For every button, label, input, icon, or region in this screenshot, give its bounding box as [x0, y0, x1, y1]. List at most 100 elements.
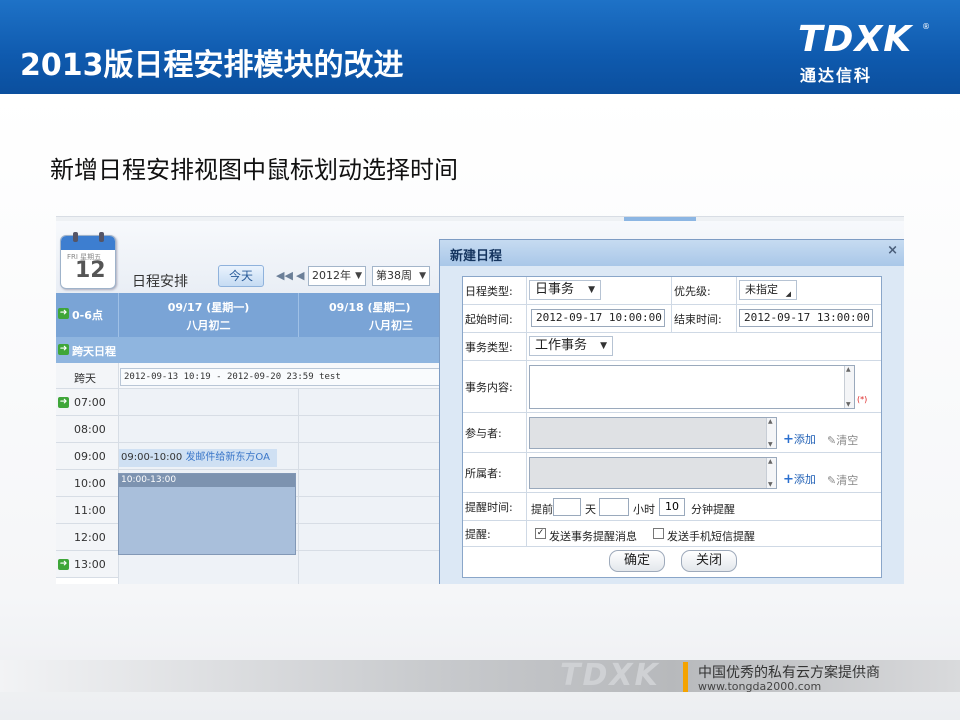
- content-textarea[interactable]: ▲ ▼: [529, 365, 855, 409]
- clear-owner-label: 清空: [836, 474, 859, 487]
- send-sms-checkbox[interactable]: [653, 528, 664, 539]
- remind-days-input[interactable]: [553, 498, 581, 516]
- remind-hour-text: 小时: [633, 503, 655, 516]
- remind-minutes-input[interactable]: 10: [659, 498, 685, 516]
- ok-button[interactable]: 确定: [609, 550, 665, 572]
- start-time-input[interactable]: 2012-09-17 10:00:00: [531, 309, 665, 327]
- type-label: 日程类型:: [463, 277, 527, 304]
- hour-label: ➜ 07:00: [56, 389, 118, 416]
- hour-label-text: 11:00: [74, 504, 106, 517]
- calendar-icon: FRI 星期五 12: [60, 232, 116, 289]
- chevron-down-icon: ▼: [588, 285, 595, 295]
- form-row-time: 起始时间: 2012-09-17 10:00:00 结束时间: 2012-09-…: [463, 305, 881, 333]
- task-type-select[interactable]: 工作事务 ▼: [529, 336, 613, 356]
- close-button[interactable]: 关闭: [681, 550, 737, 572]
- end-time-input[interactable]: 2012-09-17 13:00:00: [739, 309, 873, 327]
- chevron-down-icon: ◢: [785, 290, 791, 298]
- scroll-up-icon[interactable]: ▲: [846, 366, 851, 373]
- form-row-content: 事务内容: ▲ ▼ (*): [463, 361, 881, 413]
- scroll-down-icon[interactable]: ▼: [768, 441, 773, 448]
- today-button[interactable]: 今天: [218, 265, 264, 287]
- prev-year-icon[interactable]: ◀◀: [276, 269, 293, 282]
- time-slot-cell[interactable]: [118, 416, 298, 443]
- scrollbar[interactable]: ▲ ▼: [766, 418, 776, 448]
- schedule-type-select[interactable]: 日事务 ▼: [529, 280, 601, 300]
- scroll-down-icon[interactable]: ▼: [846, 401, 851, 408]
- dialog-titlebar[interactable]: 新建日程 ×: [440, 240, 904, 266]
- hour-label-text: 13:00: [74, 558, 106, 571]
- time-slot-cell[interactable]: [298, 470, 440, 497]
- owner-label: 所属者:: [463, 453, 527, 492]
- footer-url[interactable]: www.tongda2000.com: [698, 680, 821, 693]
- add-owner-link[interactable]: +添加: [783, 471, 816, 487]
- time-slot-cell[interactable]: [298, 443, 440, 470]
- calendar-icon-day: 12: [75, 258, 106, 283]
- owner-label-text: 所属者:: [465, 466, 502, 480]
- expand-arrow-icon[interactable]: ➜: [58, 559, 69, 570]
- form-row-type: 日程类型: 日事务 ▼ 优先级: 未指定 ◢: [463, 277, 881, 305]
- priority-label-text: 优先级:: [674, 284, 711, 298]
- time-slot-cell[interactable]: [118, 389, 298, 416]
- remind-minutes-text: 分钟提醒: [691, 503, 735, 516]
- clear-owner-link[interactable]: ✎清空: [827, 472, 858, 488]
- calendar-icon-bar: [61, 236, 115, 250]
- range-label: 0-6点: [72, 309, 103, 322]
- day-header-date: 09/17 (星期一): [167, 301, 250, 314]
- plus-icon: +: [783, 432, 794, 447]
- add-owner-label: 添加: [793, 473, 816, 486]
- prev-week-icon[interactable]: ◀: [296, 269, 304, 282]
- start-label-text: 起始时间:: [465, 312, 513, 326]
- remind-label: 提醒:: [463, 521, 527, 546]
- remind-hours-input[interactable]: [599, 498, 629, 516]
- logo-registered-mark: ®: [922, 22, 930, 31]
- task-type-label-text: 事务类型:: [465, 340, 513, 354]
- time-slot-cell[interactable]: [118, 551, 298, 584]
- scroll-down-icon[interactable]: ▼: [768, 481, 773, 488]
- expand-arrow-icon[interactable]: ➜: [58, 308, 69, 319]
- drag-selection[interactable]: 10:00-13:00: [118, 473, 296, 555]
- footer-accent-bar: [683, 662, 688, 692]
- week-select-value: 第38周: [376, 269, 412, 282]
- range-header[interactable]: ➜ 0-6点: [56, 293, 118, 337]
- scroll-up-icon[interactable]: ▲: [768, 418, 773, 425]
- participants-box[interactable]: ▲ ▼: [529, 417, 777, 449]
- time-slot-cell[interactable]: [298, 497, 440, 524]
- start-label: 起始时间:: [463, 305, 527, 332]
- remind-time-label-text: 提醒时间:: [465, 500, 513, 514]
- chevron-down-icon: ▼: [419, 271, 426, 281]
- add-participant-link[interactable]: +添加: [783, 431, 816, 447]
- priority-label: 优先级:: [671, 277, 737, 304]
- expand-arrow-icon[interactable]: ➜: [58, 344, 69, 355]
- scrollbar[interactable]: ▲ ▼: [766, 458, 776, 488]
- hour-label-text: 12:00: [74, 531, 106, 544]
- footer-logo-watermark: TDXK: [560, 658, 660, 693]
- time-slot-cell[interactable]: [298, 389, 440, 416]
- hour-label: 12:00: [56, 524, 118, 551]
- task-type-label: 事务类型:: [463, 333, 527, 360]
- send-message-checkbox[interactable]: ✓: [535, 528, 546, 539]
- close-icon[interactable]: ×: [887, 243, 898, 258]
- time-slot-cell[interactable]: [298, 551, 440, 584]
- priority-value: 未指定: [745, 283, 778, 296]
- scrollbar[interactable]: ▲ ▼: [844, 366, 854, 408]
- day-header-lunar: 八月初二: [186, 319, 231, 332]
- week-select[interactable]: 第38周 ▼: [372, 266, 430, 286]
- hour-label: ➜ 13:00: [56, 551, 118, 578]
- calendar-event[interactable]: 09:00-10:00 发邮件给新东方OA: [119, 449, 277, 467]
- schedule-form: 日程类型: 日事务 ▼ 优先级: 未指定 ◢ 起始时间: 2012-09-17 10…: [462, 276, 882, 578]
- scroll-up-icon[interactable]: ▲: [768, 458, 773, 465]
- owner-box[interactable]: ▲ ▼: [529, 457, 777, 489]
- dialog-title: 新建日程: [450, 249, 503, 264]
- logo-subtitle: 通达信科: [800, 66, 873, 85]
- cross-day-event[interactable]: 2012-09-13 10:19 - 2012-09-20 23:59 test: [120, 368, 440, 386]
- hour-label: 09:00: [56, 443, 118, 470]
- end-label-text: 结束时间:: [674, 312, 722, 326]
- priority-select[interactable]: 未指定 ◢: [739, 280, 797, 300]
- clear-participants-link[interactable]: ✎清空: [827, 432, 858, 448]
- cross-day-header[interactable]: ➜ 跨天日程: [56, 337, 440, 363]
- expand-arrow-icon[interactable]: ➜: [58, 397, 69, 408]
- time-slot-cell[interactable]: [298, 416, 440, 443]
- time-slot-cell[interactable]: [298, 524, 440, 551]
- calendar-ring-icon: [99, 232, 104, 242]
- year-select[interactable]: 2012年 ▼: [308, 266, 366, 286]
